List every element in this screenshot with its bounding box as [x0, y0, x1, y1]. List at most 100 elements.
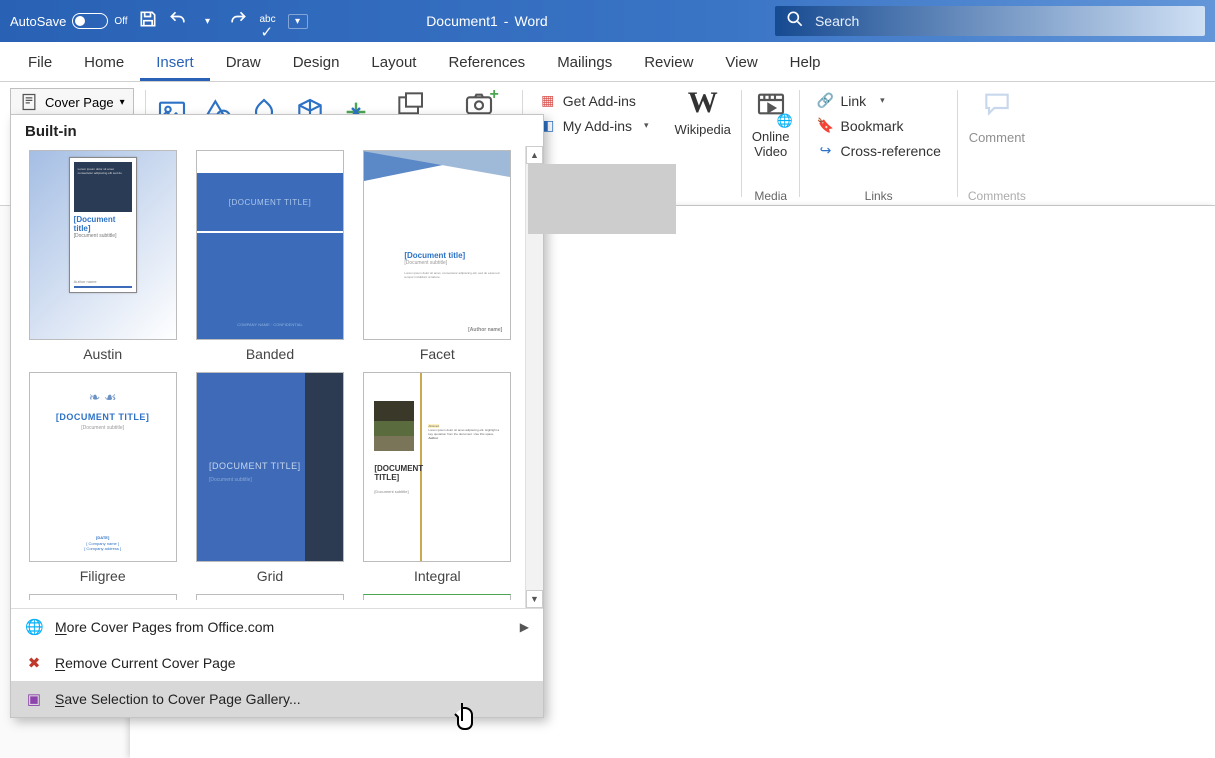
wikipedia-icon[interactable]: W [688, 88, 718, 118]
search-icon [785, 9, 805, 33]
cover-austin[interactable]: Lorem ipsum dolor sit amet consectetur a… [29, 150, 177, 340]
scroll-thumb[interactable] [528, 164, 676, 234]
window-title: Document1 - Word [426, 13, 547, 29]
link-button[interactable]: 🔗 Link ▾ [810, 88, 890, 113]
more-cover-pages[interactable]: 🌐 More Cover Pages from Office.com ▶ [11, 609, 543, 645]
bookmark-label: Bookmark [840, 118, 903, 134]
my-addins-button[interactable]: ◧ My Add-ins ▾ [533, 113, 655, 138]
thumb-subtitle: [Document subtitle] [30, 425, 176, 431]
tab-insert[interactable]: Insert [140, 46, 210, 81]
autosave-label: AutoSave [10, 14, 66, 29]
page-icon [19, 92, 39, 112]
thumb-title: [Document title] [404, 251, 500, 260]
scroll-down-icon[interactable]: ▼ [526, 590, 543, 608]
cover-page-button[interactable]: Cover Page ▾ [10, 88, 134, 116]
undo-dropdown-icon[interactable]: ▾ [198, 16, 218, 27]
autosave-toggle[interactable] [72, 13, 108, 29]
cover-banded[interactable]: [DOCUMENT TITLE] COMPANY NAME · CONFIDEN… [196, 150, 344, 340]
crossref-label: Cross-reference [840, 143, 940, 159]
thumb-title: [DOCUMENT TITLE] [374, 465, 424, 483]
crossref-icon: ↪ [816, 142, 834, 159]
thumb-label-facet: Facet [420, 340, 455, 366]
thumb-label-austin: Austin [83, 340, 122, 366]
bookmark-icon: 🔖 [816, 117, 834, 134]
chevron-down-icon: ▾ [880, 95, 885, 106]
tab-review[interactable]: Review [628, 46, 709, 81]
online-video-label: Online Video [752, 129, 790, 159]
tab-mailings[interactable]: Mailings [541, 46, 628, 81]
store-icon: ▦ [539, 92, 557, 109]
tab-design[interactable]: Design [277, 46, 356, 81]
gallery-section-header: Built-in [11, 115, 543, 146]
redo-icon[interactable] [228, 9, 248, 33]
qat-customize-icon[interactable]: ▾ [288, 14, 308, 29]
gallery-grid: Lorem ipsum dolor sit amet consectetur a… [11, 146, 525, 608]
save-gallery-icon: ▣ [25, 690, 43, 708]
app-name: Word [514, 13, 547, 29]
cover-grid[interactable]: [DOCUMENT TITLE] [Document subtitle] [196, 372, 344, 562]
cover-facet[interactable]: [Document title] [Document subtitle] Lor… [363, 150, 511, 340]
thumb-title: [DOCUMENT TITLE] [30, 412, 176, 422]
thumb-label-banded: Banded [246, 340, 294, 366]
thumb-title: [DOCUMENT TITLE] [209, 461, 301, 471]
tab-draw[interactable]: Draw [210, 46, 277, 81]
tab-file[interactable]: File [12, 46, 68, 81]
chevron-down-icon: ▾ [120, 97, 125, 108]
online-video-icon[interactable]: 🌐 [755, 88, 787, 125]
search-input[interactable] [815, 13, 1195, 29]
thumb-subtitle: [Document subtitle] [404, 260, 500, 266]
remove-cover-label: Remove Current Cover Page [55, 655, 236, 671]
remove-page-icon: ✖ [25, 654, 43, 672]
chevron-down-icon: ▾ [644, 120, 649, 131]
cover-integral[interactable]: AbstractLorem ipsum dolor sit amet adipi… [363, 372, 511, 562]
thumb-title: [Document title] [74, 215, 132, 233]
gallery-scrollbar[interactable]: ▲ ▼ [525, 146, 543, 608]
wikipedia-label: Wikipedia [675, 122, 731, 137]
cover-next-partial[interactable] [363, 594, 511, 600]
autosave-state: Off [114, 16, 127, 27]
comment-icon[interactable] [981, 88, 1013, 126]
more-cover-label: More Cover Pages from Office.com [55, 619, 274, 635]
title-separator: - [504, 13, 509, 29]
group-links: Links [865, 185, 893, 203]
link-icon: 🔗 [816, 92, 834, 109]
group-media: Media [754, 185, 787, 203]
bookmark-button[interactable]: 🔖 Bookmark [810, 113, 909, 138]
tab-help[interactable]: Help [774, 46, 837, 81]
tab-references[interactable]: References [432, 46, 541, 81]
save-gallery-label: Save Selection to Cover Page Gallery... [55, 691, 301, 707]
get-addins-button[interactable]: ▦ Get Add-ins [533, 88, 642, 113]
tab-layout[interactable]: Layout [355, 46, 432, 81]
main-tabs: File Home Insert Draw Design Layout Refe… [0, 42, 1215, 82]
mouse-cursor-icon [452, 700, 482, 744]
save-icon[interactable] [138, 9, 158, 33]
globe-icon: 🌐 [25, 618, 43, 636]
cover-next-partial[interactable] [196, 594, 344, 600]
chevron-right-icon: ▶ [520, 620, 529, 634]
scroll-up-icon[interactable]: ▲ [526, 146, 543, 164]
spellcheck-icon[interactable]: abc ✓ [258, 13, 278, 30]
thumb-label-integral: Integral [414, 562, 461, 588]
cover-next-partial[interactable] [29, 594, 177, 600]
my-addins-label: My Add-ins [563, 118, 632, 134]
comment-label: Comment [969, 130, 1025, 145]
undo-icon[interactable] [168, 9, 188, 33]
thumb-label-filigree: Filigree [80, 562, 126, 588]
link-label: Link [840, 93, 866, 109]
search-box[interactable] [775, 6, 1205, 36]
tab-view[interactable]: View [709, 46, 773, 81]
get-addins-label: Get Add-ins [563, 93, 636, 109]
thumb-subtitle: [Document subtitle] [374, 489, 408, 494]
thumb-label-grid: Grid [257, 562, 283, 588]
remove-cover-page[interactable]: ✖ Remove Current Cover Page [11, 645, 543, 681]
document-name: Document1 [426, 13, 498, 29]
tab-home[interactable]: Home [68, 46, 140, 81]
autosave-knob-icon [75, 16, 85, 26]
group-comments: Comments [968, 185, 1026, 203]
thumb-title: [DOCUMENT TITLE] [229, 198, 311, 207]
cross-reference-button[interactable]: ↪ Cross-reference [810, 138, 946, 163]
thumb-subtitle: [Document subtitle] [209, 477, 252, 483]
cover-page-label: Cover Page [45, 95, 114, 110]
cover-filigree[interactable]: ❧ ☙ [DOCUMENT TITLE] [Document subtitle]… [29, 372, 177, 562]
title-bar: AutoSave Off ▾ abc ✓ ▾ Document1 - Word [0, 0, 1215, 42]
